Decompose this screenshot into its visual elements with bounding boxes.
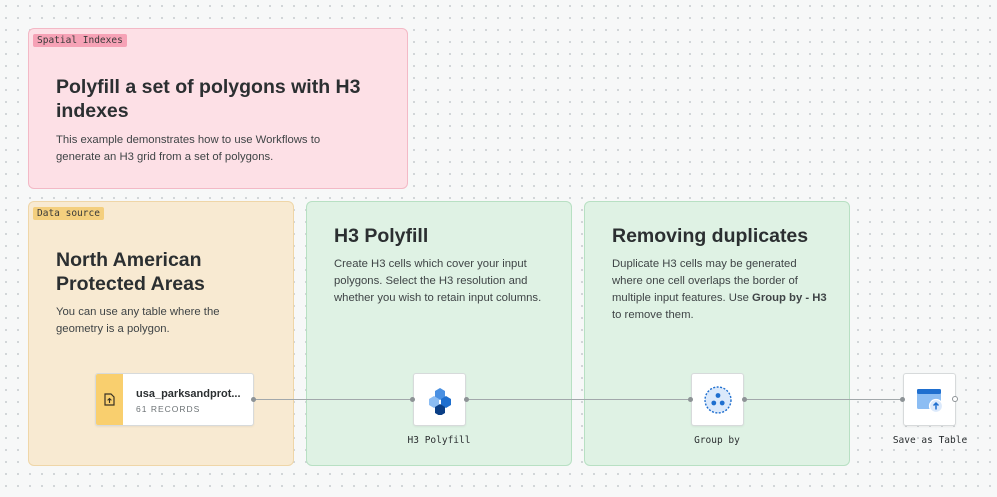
source-node-stripe (96, 374, 123, 425)
input-port[interactable] (410, 397, 415, 402)
h3-hexagons-icon (428, 387, 451, 415)
save-table-icon (916, 388, 943, 413)
h3-polyfill-node[interactable] (413, 373, 466, 426)
input-port[interactable] (688, 397, 693, 402)
record-count: 61 RECORDS (136, 404, 201, 414)
group-by-icon (703, 385, 732, 414)
output-port[interactable] (251, 397, 256, 402)
save-as-table-label: Save as Table (892, 435, 968, 446)
table-upload-icon (104, 393, 115, 406)
source-node-usa-parks[interactable]: usa_parksandprot... 61 RECORDS (95, 373, 254, 426)
output-port[interactable] (464, 397, 469, 402)
output-port[interactable] (952, 396, 958, 402)
group-by-label: Group by (694, 435, 740, 446)
group-by-node[interactable] (691, 373, 744, 426)
input-port[interactable] (900, 397, 905, 402)
save-as-table-node[interactable] (903, 373, 956, 426)
output-port[interactable] (742, 397, 747, 402)
source-table-name: usa_parksandprot... (136, 388, 241, 400)
h3-polyfill-label: H3 Polyfill (407, 435, 471, 446)
